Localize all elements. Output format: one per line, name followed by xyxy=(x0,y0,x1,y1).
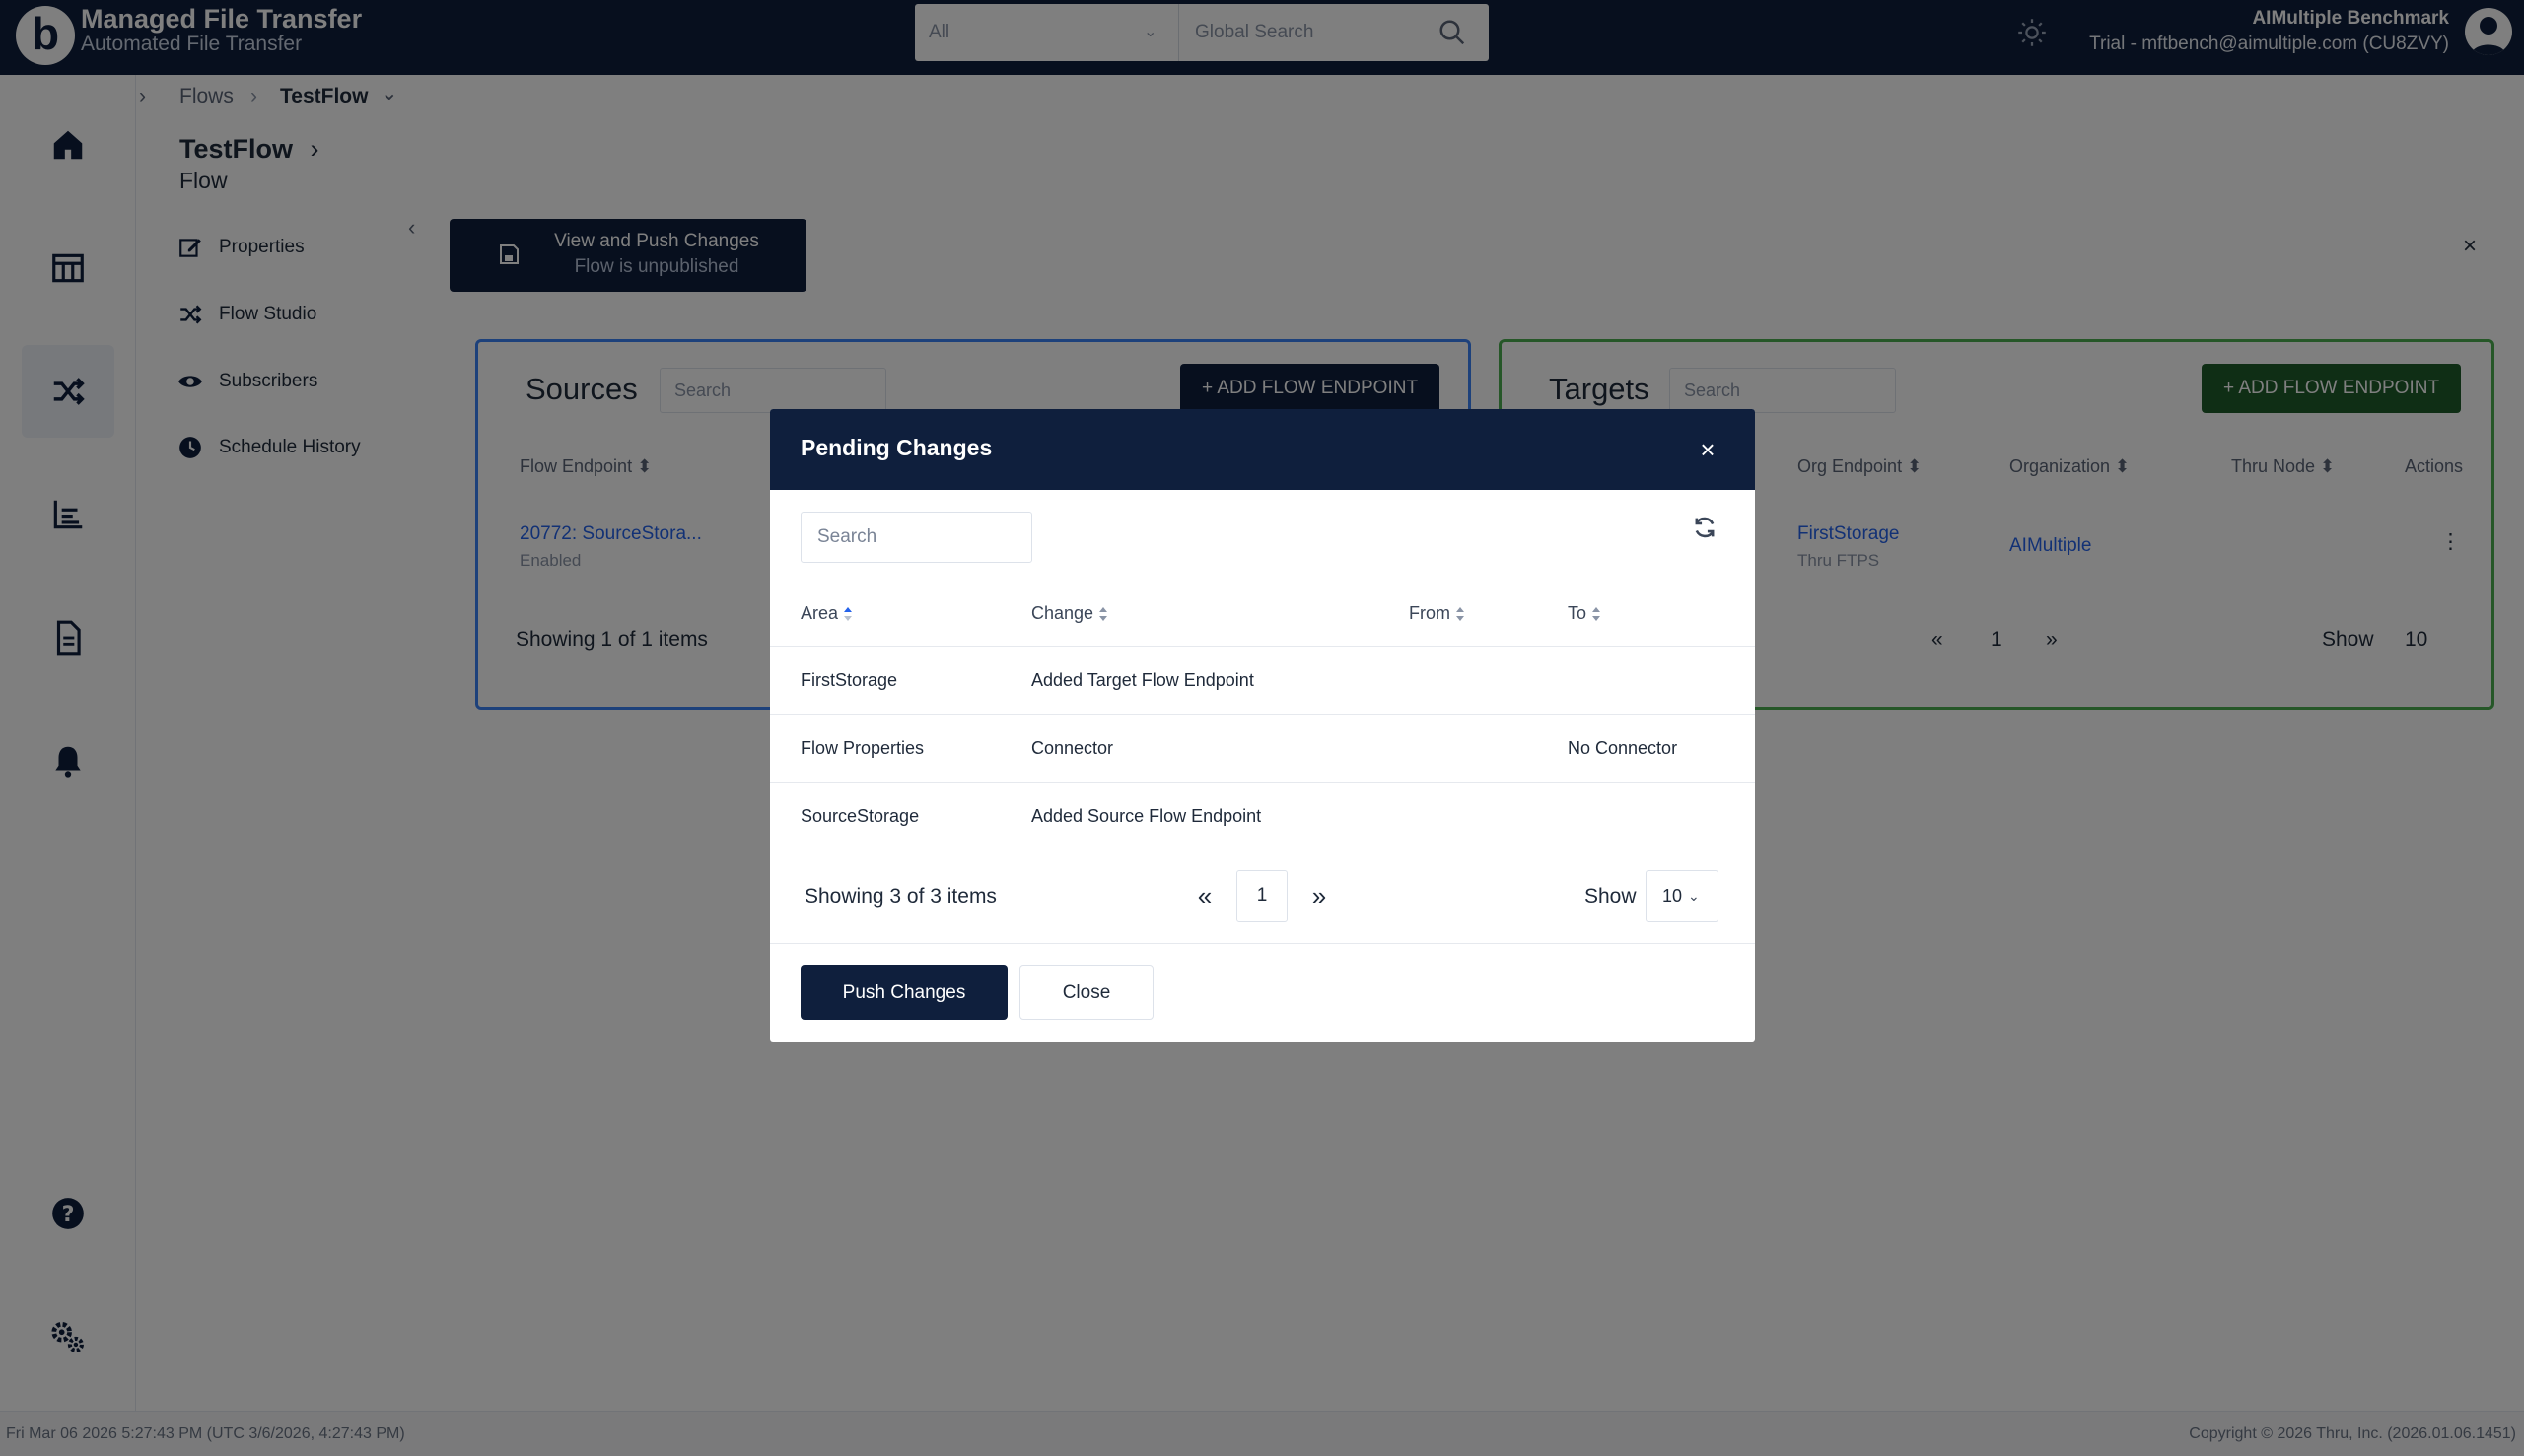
changes-search-input[interactable] xyxy=(801,512,1032,563)
dialog-title: Pending Changes xyxy=(801,435,993,460)
column-header-label: Change xyxy=(1031,603,1094,623)
column-header-label: From xyxy=(1409,603,1450,623)
column-header-change[interactable]: Change xyxy=(1031,603,1108,624)
refresh-icon[interactable] xyxy=(1691,514,1718,541)
row-divider xyxy=(770,782,1755,783)
cell-area: Flow Properties xyxy=(801,738,925,758)
sort-icon xyxy=(1456,606,1464,621)
close-button[interactable]: Close xyxy=(1019,965,1154,1020)
cell-area: FirstStorage xyxy=(801,670,898,690)
close-icon[interactable]: × xyxy=(1687,429,1728,470)
page-size-value: 10 xyxy=(1662,886,1683,906)
cell-change: Added Target Flow Endpoint xyxy=(1031,670,1254,690)
row-divider xyxy=(770,646,1755,647)
show-label: Show xyxy=(1584,885,1637,908)
pager-page[interactable]: 1 xyxy=(1236,870,1288,922)
column-header-label: Area xyxy=(801,603,839,623)
chevron-down-icon: ⌄ xyxy=(1688,888,1700,904)
push-changes-button[interactable]: Push Changes xyxy=(801,965,1008,1020)
pending-changes-dialog: Pending Changes × Area Change From To Fi… xyxy=(770,409,1755,1042)
column-header-label: To xyxy=(1568,603,1587,623)
page-size-select[interactable]: 10 ⌄ xyxy=(1646,870,1718,922)
row-divider xyxy=(770,714,1755,715)
sort-icon xyxy=(1592,606,1601,621)
column-header-to[interactable]: To xyxy=(1568,603,1601,624)
sort-icon xyxy=(1099,606,1108,621)
sort-icon xyxy=(844,606,853,621)
pager-next-icon[interactable]: » xyxy=(1304,882,1334,912)
pager-summary: Showing 3 of 3 items xyxy=(805,885,997,908)
column-header-from[interactable]: From xyxy=(1409,603,1465,624)
cell-change: Added Source Flow Endpoint xyxy=(1031,806,1262,826)
cell-change: Connector xyxy=(1031,738,1114,758)
cell-area: SourceStorage xyxy=(801,806,920,826)
dialog-header: Pending Changes × xyxy=(770,409,1755,490)
column-header-area[interactable]: Area xyxy=(801,603,853,624)
pager-prev-icon[interactable]: « xyxy=(1190,882,1220,912)
cell-to: No Connector xyxy=(1568,738,1678,758)
dialog-footer-divider xyxy=(770,943,1755,944)
